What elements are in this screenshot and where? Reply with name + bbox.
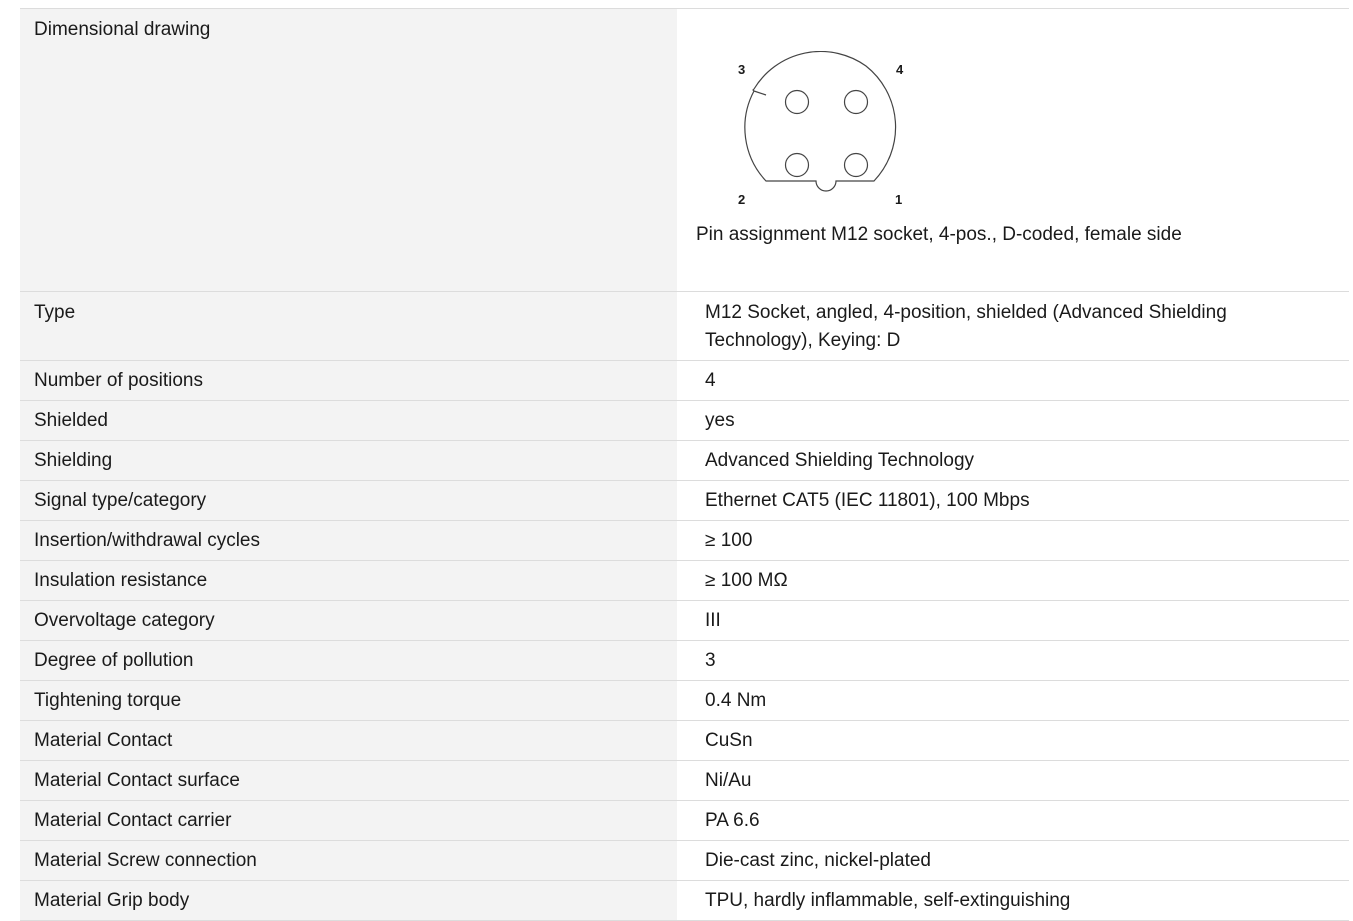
spec-label: Type — [20, 292, 677, 360]
spec-row: Overvoltage category III — [20, 601, 1349, 641]
spec-value: Ni/Au — [705, 770, 752, 791]
spec-row: Shielded yes — [20, 401, 1349, 441]
spec-value: M12 Socket, angled, 4-position, shielded… — [705, 302, 1227, 351]
pin-2-contact — [784, 152, 810, 178]
dimensional-drawing-label: Dimensional drawing — [20, 9, 677, 291]
pin-label-3: 3 — [738, 62, 745, 77]
spec-row: Insulation resistance ≥ 100 MΩ — [20, 561, 1349, 601]
spec-row: Material Screw connection Die-cast zinc,… — [20, 841, 1349, 881]
spec-row: Tightening torque 0.4 Nm — [20, 681, 1349, 721]
spec-value: 3 — [705, 650, 716, 671]
pin-4-contact — [843, 89, 869, 115]
spec-label: Shielded — [20, 401, 677, 440]
dimensional-drawing-cell: 3 4 2 1 Pin assignment M12 socket, 4-pos… — [677, 9, 1349, 291]
spec-row: Insertion/withdrawal cycles ≥ 100 — [20, 521, 1349, 561]
spec-value: TPU, hardly inflammable, self-extinguish… — [705, 890, 1071, 911]
spec-label: Overvoltage category — [20, 601, 677, 640]
spec-rows: Type M12 Socket, angled, 4-position, shi… — [20, 292, 1349, 921]
spec-label: Material Grip body — [20, 881, 677, 920]
spec-value: CuSn — [705, 730, 753, 751]
spec-value: Advanced Shielding Technology — [705, 450, 975, 471]
spec-value: 4 — [705, 370, 716, 391]
spec-value: Ethernet CAT5 (IEC 11801), 100 Mbps — [705, 490, 1030, 511]
spec-label: Signal type/category — [20, 481, 677, 520]
spec-value: PA 6.6 — [705, 810, 760, 831]
spec-value: 0.4 Nm — [705, 690, 767, 711]
spec-row: Material Contact CuSn — [20, 721, 1349, 761]
spec-row: Material Contact carrier PA 6.6 — [20, 801, 1349, 841]
pin-1-contact — [843, 152, 869, 178]
pin-label-4: 4 — [896, 62, 904, 77]
spec-row: Material Contact surface Ni/Au — [20, 761, 1349, 801]
pin-assignment-diagram: 3 4 2 1 — [738, 51, 904, 207]
pin-label-2: 2 — [738, 192, 745, 207]
spec-value: ≥ 100 — [705, 530, 753, 551]
spec-row: Degree of pollution 3 — [20, 641, 1349, 681]
spec-label: Tightening torque — [20, 681, 677, 720]
spec-value: Die-cast zinc, nickel-plated — [705, 850, 931, 871]
spec-label: Degree of pollution — [20, 641, 677, 680]
spec-label: Material Contact carrier — [20, 801, 677, 840]
spec-value: ≥ 100 MΩ — [705, 570, 788, 591]
drawing-caption: Pin assignment M12 socket, 4-pos., D-cod… — [696, 224, 1182, 245]
spec-label: Shielding — [20, 441, 677, 480]
spec-value: yes — [705, 410, 735, 431]
socket-outline — [744, 51, 897, 192]
spec-label: Material Contact — [20, 721, 677, 760]
spec-row: Signal type/category Ethernet CAT5 (IEC … — [20, 481, 1349, 521]
spec-value: III — [705, 610, 721, 631]
spec-row: Type M12 Socket, angled, 4-position, shi… — [20, 292, 1349, 361]
spec-table: Dimensional drawing 3 4 2 1 Pin assignme… — [20, 8, 1349, 921]
spec-label: Material Screw connection — [20, 841, 677, 880]
spec-label: Insulation resistance — [20, 561, 677, 600]
pin-3-contact — [784, 89, 810, 115]
spec-label: Number of positions — [20, 361, 677, 400]
spec-label: Material Contact surface — [20, 761, 677, 800]
dimensional-drawing-row: Dimensional drawing 3 4 2 1 Pin assignme… — [20, 9, 1349, 292]
pin-label-1: 1 — [895, 192, 902, 207]
spec-row: Number of positions 4 — [20, 361, 1349, 401]
spec-label: Insertion/withdrawal cycles — [20, 521, 677, 560]
spec-row: Material Grip body TPU, hardly inflammab… — [20, 881, 1349, 921]
spec-row: Shielding Advanced Shielding Technology — [20, 441, 1349, 481]
